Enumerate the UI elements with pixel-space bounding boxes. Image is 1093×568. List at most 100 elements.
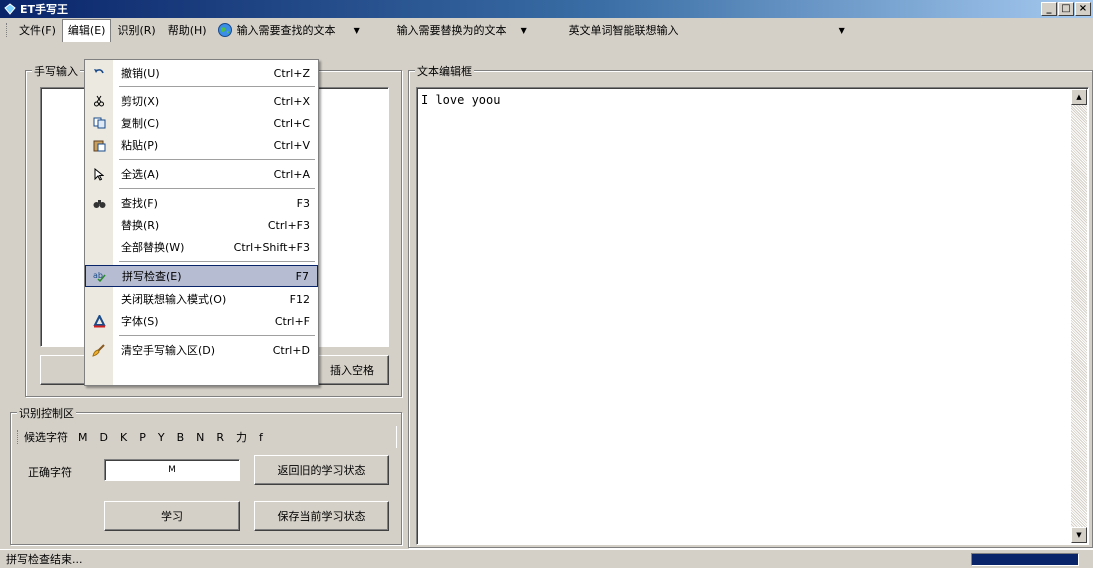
learn-label: 学习	[161, 510, 183, 523]
scissors-icon	[85, 95, 113, 107]
cursor-icon	[85, 167, 113, 181]
menu-item-shortcut: Ctrl+C	[273, 116, 310, 130]
find-combo[interactable]: 输入需要查找的文本 ▼	[237, 21, 397, 39]
replace-combo-text: 输入需要替换为的文本	[396, 24, 507, 37]
menu-item-spellcheck[interactable]: ab 拼写检查(E) F7	[85, 265, 318, 287]
replace-combo[interactable]: 输入需要替换为的文本 ▼	[397, 21, 569, 39]
menu-item-label: 撤销(U)	[121, 67, 160, 80]
candidate-char[interactable]: 力	[236, 429, 247, 445]
globe-icon[interactable]	[217, 22, 233, 38]
menu-item-replace[interactable]: 替换(R) Ctrl+F3	[85, 214, 318, 236]
progress-fill	[972, 554, 1078, 565]
menu-separator	[119, 261, 315, 262]
menu-item-label: 粘贴(P)	[121, 139, 159, 152]
candidate-char[interactable]: N	[196, 431, 204, 444]
learn-button[interactable]: 学习	[104, 501, 240, 531]
menu-item-shortcut: Ctrl+V	[273, 138, 310, 152]
menu-item-label: 全部替换(W)	[121, 241, 185, 254]
insert-space-button[interactable]: 插入空格	[315, 355, 389, 385]
correct-char-field[interactable]: M	[104, 459, 240, 481]
status-text: 拼写检查结束...	[6, 553, 83, 566]
edit-menu-dropdown: 撤销(U) Ctrl+Z 剪切(X) Ctrl+X 复制(C) Ctrl+C 粘…	[84, 59, 319, 386]
menu-edit[interactable]: 编辑(E)	[61, 18, 112, 42]
menu-file[interactable]: 文件(F)	[13, 19, 62, 41]
candidate-char[interactable]: D	[100, 431, 108, 444]
menu-item-replace-all[interactable]: 全部替换(W) Ctrl+Shift+F3	[85, 236, 318, 258]
menu-item-shortcut: Ctrl+F	[274, 314, 310, 328]
editor-content[interactable]: I love yoou	[421, 93, 500, 107]
save-learning-button[interactable]: 保存当前学习状态	[254, 501, 389, 531]
menu-item-label: 查找(F)	[121, 197, 158, 210]
menu-item-shortcut: Ctrl+A	[273, 167, 310, 181]
revert-learning-button[interactable]: 返回旧的学习状态	[254, 455, 389, 485]
paste-icon	[85, 139, 113, 152]
status-bar: 拼写检查结束...	[0, 549, 1093, 568]
menu-item-shortcut: Ctrl+Z	[273, 66, 310, 80]
revert-learning-label: 返回旧的学习状态	[277, 464, 366, 477]
menu-item-shortcut: F3	[296, 196, 310, 210]
text-editor[interactable]: I love yoou ▲ ▼	[416, 87, 1089, 545]
menu-bar: 文件(F) 编辑(E) 识别(R) 帮助(H) 输入需要查找的文本 ▼ 输入需要…	[0, 18, 1093, 42]
scroll-down-icon[interactable]: ▼	[1071, 527, 1087, 543]
brush-icon	[85, 343, 113, 357]
menu-recognize[interactable]: 识别(R)	[111, 19, 161, 41]
menu-separator	[119, 335, 315, 336]
candidate-char[interactable]: B	[177, 431, 185, 444]
minimize-button[interactable]: _	[1041, 2, 1057, 16]
menu-item-label: 替换(R)	[121, 219, 160, 232]
candidate-bar: 候选字符 M D K P Y B N R 力 f	[17, 426, 397, 448]
menu-item-label: 复制(C)	[121, 117, 160, 130]
close-button[interactable]: ×	[1075, 2, 1091, 16]
window-title: ET手写王	[20, 3, 69, 16]
scroll-up-icon[interactable]: ▲	[1071, 89, 1087, 105]
copy-icon	[85, 117, 113, 129]
menu-item-undo[interactable]: 撤销(U) Ctrl+Z	[85, 62, 318, 84]
spellcheck-icon: ab	[86, 270, 114, 282]
maximize-button[interactable]: □	[1058, 2, 1074, 16]
chevron-down-icon[interactable]: ▼	[521, 26, 527, 35]
candidate-char[interactable]: f	[259, 431, 263, 444]
app-logo-icon	[3, 2, 17, 16]
menu-item-clear-handwrite[interactable]: 清空手写输入区(D) Ctrl+D	[85, 339, 318, 361]
menu-item-close-predict[interactable]: 关闭联想输入模式(O) F12	[85, 288, 318, 310]
menu-item-label: 全选(A)	[121, 168, 160, 181]
menu-item-copy[interactable]: 复制(C) Ctrl+C	[85, 112, 318, 134]
menu-help[interactable]: 帮助(H)	[162, 19, 213, 41]
candidates-label: 候选字符	[24, 431, 68, 444]
menu-item-label: 字体(S)	[121, 315, 159, 328]
font-icon	[85, 314, 113, 328]
chevron-down-icon[interactable]: ▼	[354, 26, 360, 35]
correct-char-label: 正确字符	[28, 466, 72, 479]
menu-item-shortcut: Ctrl+X	[273, 94, 310, 108]
candidate-char[interactable]: M	[78, 431, 88, 444]
menu-item-shortcut: Ctrl+Shift+F3	[233, 240, 310, 254]
predict-combo-text: 英文单词智能联想输入	[568, 24, 679, 37]
menu-item-shortcut: F7	[295, 269, 309, 283]
toolbar-grip[interactable]	[17, 430, 20, 444]
candidate-char[interactable]: Y	[158, 431, 165, 444]
menu-item-select-all[interactable]: 全选(A) Ctrl+A	[85, 163, 318, 185]
find-combo-text: 输入需要查找的文本	[236, 24, 336, 37]
menu-item-find[interactable]: 查找(F) F3	[85, 192, 318, 214]
menu-item-cut[interactable]: 剪切(X) Ctrl+X	[85, 90, 318, 112]
vertical-scrollbar[interactable]: ▲ ▼	[1071, 89, 1087, 543]
predict-combo[interactable]: 英文单词智能联想输入 ▼	[569, 21, 879, 39]
title-bar: ET手写王 _ □ ×	[0, 0, 1093, 18]
menu-separator	[119, 159, 315, 160]
handwrite-group-title: 手写输入	[32, 63, 80, 79]
menu-item-shortcut: F12	[289, 292, 310, 306]
chevron-down-icon[interactable]: ▼	[839, 26, 845, 35]
menu-item-label: 清空手写输入区(D)	[121, 344, 216, 357]
candidate-char[interactable]: P	[139, 431, 146, 444]
toolbar-grip[interactable]	[6, 23, 9, 37]
correct-char-value: M	[168, 465, 176, 475]
menu-item-paste[interactable]: 粘贴(P) Ctrl+V	[85, 134, 318, 156]
menu-item-shortcut: Ctrl+D	[272, 343, 310, 357]
candidate-char[interactable]: R	[216, 431, 224, 444]
save-learning-label: 保存当前学习状态	[277, 510, 366, 523]
menu-item-font[interactable]: 字体(S) Ctrl+F	[85, 310, 318, 332]
progress-bar	[971, 553, 1079, 566]
undo-icon	[85, 67, 113, 79]
candidate-char[interactable]: K	[120, 431, 127, 444]
menu-separator	[119, 188, 315, 189]
